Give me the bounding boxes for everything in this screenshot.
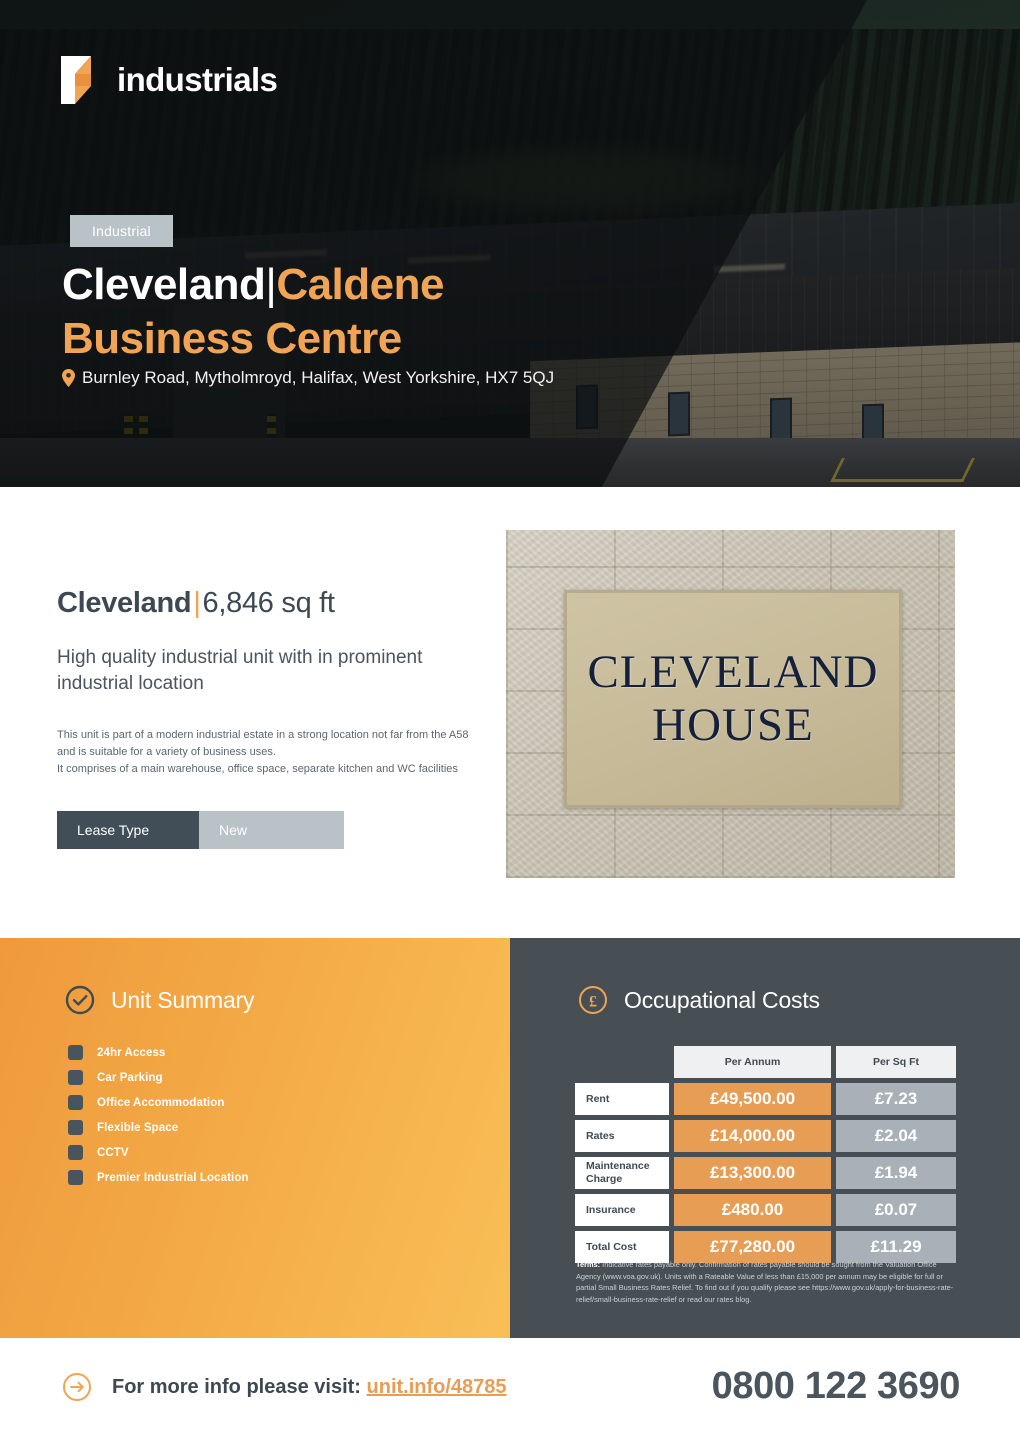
contact-phone[interactable]: 0800 122 3690 [712,1365,961,1408]
list-item: Car Parking [68,1065,398,1090]
bullet-square-icon [68,1045,83,1060]
svg-text:£: £ [589,994,597,1011]
plaque-line-1: CLEVELAND [587,646,879,698]
plaque-line-2: HOUSE [652,699,814,751]
cost-row-per-annum: £14,000.00 [674,1120,831,1152]
lease-type-value: New [199,810,344,849]
cta-link[interactable]: unit.info/48785 [367,1376,507,1398]
cost-row-label: Rent [575,1083,669,1115]
terms-body: Indicative rates payable only. Confirmat… [576,1260,954,1304]
list-item: Flexible Space [68,1115,398,1140]
unit-description-line-2: and is suitable for a variety of busines… [57,746,276,759]
unit-name: Cleveland [57,587,192,619]
bullet-square-icon [68,1170,83,1185]
unit-description-line-1: This unit is part of a modern industrial… [57,729,469,742]
more-info-cta[interactable]: For more info please visit: unit.info/48… [62,1372,507,1402]
lease-type-label: Lease Type [57,810,199,849]
unit-heading: Cleveland|6,846 sq ft [57,587,477,620]
terms-note: Terms: Indicative rates payable only. Co… [576,1259,956,1305]
cost-row-label: Rates [575,1120,669,1152]
unit-description-line-3: It comprises of a main warehouse, office… [57,762,458,775]
cost-row-label: Insurance [575,1194,669,1226]
cost-row-per-sq-ft: £2.04 [836,1120,956,1152]
summary-item-label: Premier Industrial Location [97,1171,249,1184]
page-title: Cleveland|Caldene Business Centre [62,258,444,365]
summary-item-label: 24hr Access [97,1046,166,1059]
bullet-square-icon [68,1145,83,1160]
title-separator: | [265,260,277,309]
pound-circle-icon: £ [578,985,608,1015]
table-header-row: Per Annum Per Sq Ft [575,1046,956,1078]
cost-row-per-annum: £49,500.00 [674,1083,831,1115]
unit-summary-title: Unit Summary [111,986,255,1013]
list-item: 24hr Access [68,1040,398,1065]
property-address: Burnley Road, Mytholmroyd, Halifax, West… [62,368,554,388]
cta-label: For more info please visit: [112,1375,361,1398]
occupational-costs-table: Per Annum Per Sq Ft Rent £49,500.00 £7.2… [575,1046,956,1268]
list-item: Premier Industrial Location [68,1165,398,1190]
bullet-square-icon [68,1070,83,1085]
summary-item-label: Flexible Space [97,1121,179,1134]
address-text: Burnley Road, Mytholmroyd, Halifax, West… [82,368,555,387]
cost-row-per-sq-ft: £7.23 [836,1083,956,1115]
cost-row-per-sq-ft: £1.94 [836,1157,956,1189]
title-part-3: Business Centre [62,313,402,363]
terms-heading: Terms: [576,1260,601,1269]
column-header-per-sq-ft: Per Sq Ft [836,1046,956,1078]
industrials-logo-icon [57,48,107,111]
occupational-costs-title: Occupational Costs [624,986,820,1013]
hero-banner: industrials Industrial Cleveland|Caldene… [0,0,1020,487]
summary-item-label: CCTV [97,1146,129,1159]
unit-summary-list: 24hr Access Car Parking Office Accommoda… [68,1040,398,1190]
brand-name: industrials [117,60,278,98]
lease-type-row: Lease Type New [57,810,477,849]
table-row: Rates £14,000.00 £2.04 [575,1120,956,1152]
location-pin-icon [62,369,75,387]
unit-description: This unit is part of a modern industrial… [57,727,477,777]
cost-row-per-annum: £13,300.00 [674,1157,831,1189]
unit-detail-section: Cleveland|6,846 sq ft High quality indus… [0,487,1020,938]
summary-item-label: Office Accommodation [97,1096,225,1109]
unit-size: 6,846 sq ft [202,587,335,619]
title-part-1: Cleveland [62,260,266,309]
list-item: CCTV [68,1140,398,1165]
bullet-square-icon [68,1120,83,1135]
cleveland-house-plaque: CLEVELAND HOUSE [564,590,902,808]
list-item: Office Accommodation [68,1090,398,1115]
check-circle-icon [65,985,95,1015]
unit-photo: CLEVELAND HOUSE [506,530,955,878]
cta-text: For more info please visit: unit.info/48… [112,1376,507,1399]
category-tag: Industrial [70,215,173,247]
brochure-page: industrials Industrial Cleveland|Caldene… [0,0,1020,1442]
arrow-right-circle-icon [62,1372,92,1402]
cost-row-per-sq-ft: £0.07 [836,1194,956,1226]
page-footer: For more info please visit: unit.info/48… [0,1338,1020,1442]
table-row: Maintenance Charge £13,300.00 £1.94 [575,1157,956,1189]
summary-item-label: Car Parking [97,1071,163,1084]
column-header-per-annum: Per Annum [674,1046,831,1078]
brand-logo[interactable]: industrials [57,48,278,111]
cost-row-per-annum: £480.00 [674,1194,831,1226]
table-row: Insurance £480.00 £0.07 [575,1194,956,1226]
unit-summary-header: Unit Summary [65,985,254,1015]
occupational-costs-header: £ Occupational Costs [578,985,820,1015]
unit-subtitle: High quality industrial unit with in pro… [57,647,423,695]
cost-row-label: Maintenance Charge [575,1157,669,1189]
unit-heading-separator: | [193,587,201,619]
title-part-2: Caldene [276,260,444,309]
bullet-square-icon [68,1095,83,1110]
table-row: Rent £49,500.00 £7.23 [575,1083,956,1115]
column-header-blank [575,1046,669,1078]
